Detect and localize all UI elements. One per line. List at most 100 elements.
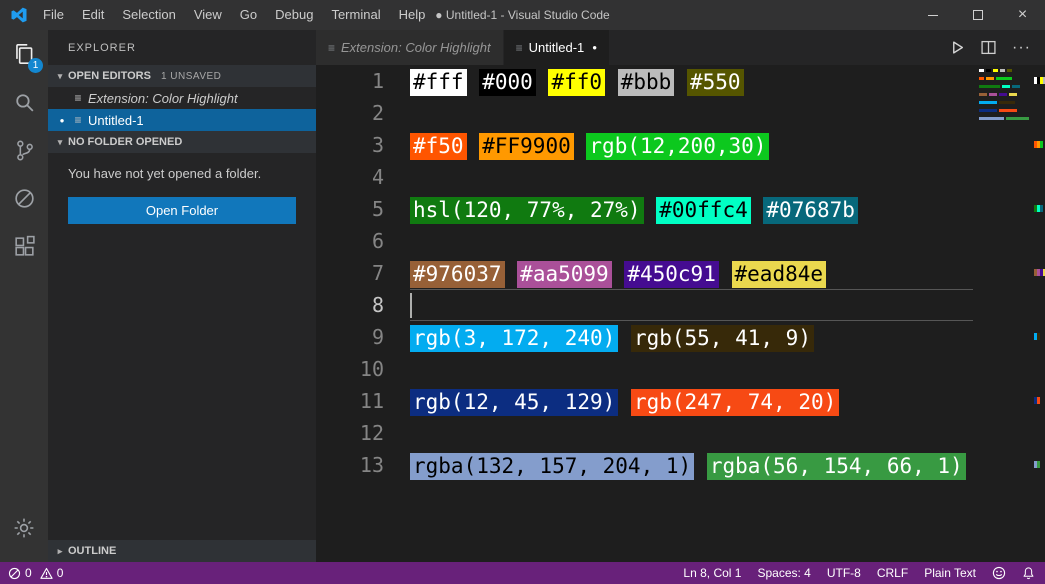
color-token[interactable]: #976037: [410, 261, 505, 288]
color-token[interactable]: rgba(56, 154, 66, 1): [707, 453, 966, 480]
menu-bar: FileEditSelectionViewGoDebugTerminalHelp: [34, 0, 434, 30]
color-token[interactable]: #bbb: [618, 69, 675, 96]
indentation-status[interactable]: Spaces: 4: [757, 566, 810, 580]
git-branch-icon: [12, 138, 37, 163]
minimap-token: [1012, 85, 1020, 88]
color-token[interactable]: #FF9900: [479, 133, 574, 160]
warning-count: 0: [57, 566, 64, 580]
code-line-content[interactable]: [410, 161, 973, 193]
menu-view[interactable]: View: [185, 0, 231, 30]
menu-edit[interactable]: Edit: [73, 0, 113, 30]
more-actions-button[interactable]: ···: [1012, 40, 1031, 56]
minimap-token: [1009, 93, 1017, 96]
minimap-line: [977, 101, 1033, 104]
editor-actions: ···: [950, 30, 1045, 65]
run-button[interactable]: [950, 40, 965, 55]
minimize-icon: [928, 15, 938, 16]
activity-debug-button[interactable]: [0, 174, 48, 222]
code-line-content[interactable]: [410, 353, 973, 385]
color-token[interactable]: #aa5099: [517, 261, 612, 288]
activity-extensions-button[interactable]: [0, 222, 48, 270]
code-line-content[interactable]: hsl(120, 77%, 27%) #00ffc4 #07687b: [410, 193, 973, 225]
code-line-content[interactable]: #f50 #FF9900 rgb(12,200,30): [410, 129, 973, 161]
code-line-content[interactable]: #976037 #aa5099 #450c91 #ead84e: [410, 257, 973, 289]
line-number: 10: [316, 353, 384, 385]
minimap-token: [989, 93, 997, 96]
code-line: 2: [316, 97, 1045, 129]
minimap-line: [977, 85, 1033, 88]
tab-untitled-1[interactable]: ≡Untitled-1●: [504, 30, 611, 65]
color-token[interactable]: rgba(132, 157, 204, 1): [410, 453, 694, 480]
minimap-token: [979, 93, 987, 96]
eol-status[interactable]: CRLF: [877, 566, 908, 580]
color-token[interactable]: #ff0: [548, 69, 605, 96]
ruler-decoration: [1037, 333, 1040, 340]
color-token[interactable]: #ead84e: [732, 261, 827, 288]
minimap-token: [1002, 85, 1010, 88]
code-line-content[interactable]: [410, 225, 973, 257]
window-controls: ×: [910, 0, 1045, 30]
code-line-content[interactable]: rgb(3, 172, 240) rgb(55, 41, 9): [410, 321, 973, 353]
encoding-status[interactable]: UTF-8: [827, 566, 861, 580]
code-editor[interactable]: 1#fff #000 #ff0 #bbb #55023#f50 #FF9900 …: [316, 65, 1045, 562]
menu-terminal[interactable]: Terminal: [322, 0, 389, 30]
menu-help[interactable]: Help: [390, 0, 435, 30]
open-editors-header[interactable]: ▾ OPEN EDITORS 1 UNSAVED: [48, 65, 316, 87]
notifications-button[interactable]: [1022, 566, 1035, 580]
file-icon: ≡: [516, 41, 523, 55]
ruler-decoration: [1040, 205, 1043, 212]
color-token[interactable]: #fff: [410, 69, 467, 96]
color-token[interactable]: rgb(247, 74, 20): [631, 389, 839, 416]
open-editor-item[interactable]: ●≡Untitled-1: [48, 109, 316, 131]
problems-status[interactable]: 0 0: [8, 566, 63, 580]
code-line-content[interactable]: rgb(12, 45, 129) rgb(247, 74, 20): [410, 385, 973, 417]
menu-go[interactable]: Go: [231, 0, 266, 30]
color-token[interactable]: rgb(3, 172, 240): [410, 325, 618, 352]
minimize-button[interactable]: [910, 0, 955, 30]
code-line-content[interactable]: [410, 97, 973, 129]
settings-button[interactable]: [0, 504, 48, 552]
code-line-content[interactable]: [410, 417, 973, 449]
code-line-content[interactable]: #fff #000 #ff0 #bbb #550: [410, 65, 973, 97]
activity-search-button[interactable]: [0, 78, 48, 126]
no-folder-header[interactable]: ▾ NO FOLDER OPENED: [48, 131, 316, 153]
close-button[interactable]: ×: [1000, 0, 1045, 30]
code-line-content[interactable]: [410, 289, 973, 321]
color-token[interactable]: rgb(12, 45, 129): [410, 389, 618, 416]
code-line-content[interactable]: rgba(132, 157, 204, 1) rgba(56, 154, 66,…: [410, 449, 973, 481]
color-token[interactable]: rgb(55, 41, 9): [631, 325, 814, 352]
title-bar: FileEditSelectionViewGoDebugTerminalHelp…: [0, 0, 1045, 30]
color-token[interactable]: #f50: [410, 133, 467, 160]
language-mode-status[interactable]: Plain Text: [924, 566, 976, 580]
line-number: 11: [316, 385, 384, 417]
split-editor-button[interactable]: [981, 40, 996, 55]
maximize-button[interactable]: [955, 0, 1000, 30]
color-token[interactable]: hsl(120, 77%, 27%): [410, 197, 644, 224]
overview-ruler[interactable]: [1033, 65, 1045, 562]
outline-header[interactable]: ▸ OUTLINE: [48, 540, 316, 562]
ruler-decoration: [1037, 461, 1040, 468]
cursor-position-status[interactable]: Ln 8, Col 1: [683, 566, 741, 580]
activity-source-control-button[interactable]: [0, 126, 48, 174]
explorer-badge: 1: [28, 58, 43, 73]
color-token[interactable]: #550: [687, 69, 744, 96]
color-token[interactable]: rgb(12,200,30): [586, 133, 769, 160]
open-folder-button[interactable]: Open Folder: [68, 197, 296, 224]
color-token[interactable]: #07687b: [763, 197, 858, 224]
menu-file[interactable]: File: [34, 0, 73, 30]
minimap[interactable]: [977, 69, 1033, 562]
color-token[interactable]: #450c91: [624, 261, 719, 288]
minimap-token: [999, 101, 1015, 104]
color-token[interactable]: #000: [479, 69, 536, 96]
feedback-smiley-button[interactable]: [992, 566, 1006, 580]
vscode-logo-icon: [10, 6, 28, 24]
code-line: 1#fff #000 #ff0 #bbb #550: [316, 65, 1045, 97]
open-editor-item[interactable]: ≡Extension: Color Highlight: [48, 87, 316, 109]
maximize-icon: [973, 10, 983, 20]
color-token[interactable]: #00ffc4: [656, 197, 751, 224]
activity-explorer-button[interactable]: 1: [0, 30, 48, 78]
chevron-down-icon: ▾: [52, 71, 68, 82]
menu-selection[interactable]: Selection: [113, 0, 184, 30]
tab-extension-color-highlight[interactable]: ≡Extension: Color Highlight: [316, 30, 504, 65]
menu-debug[interactable]: Debug: [266, 0, 322, 30]
